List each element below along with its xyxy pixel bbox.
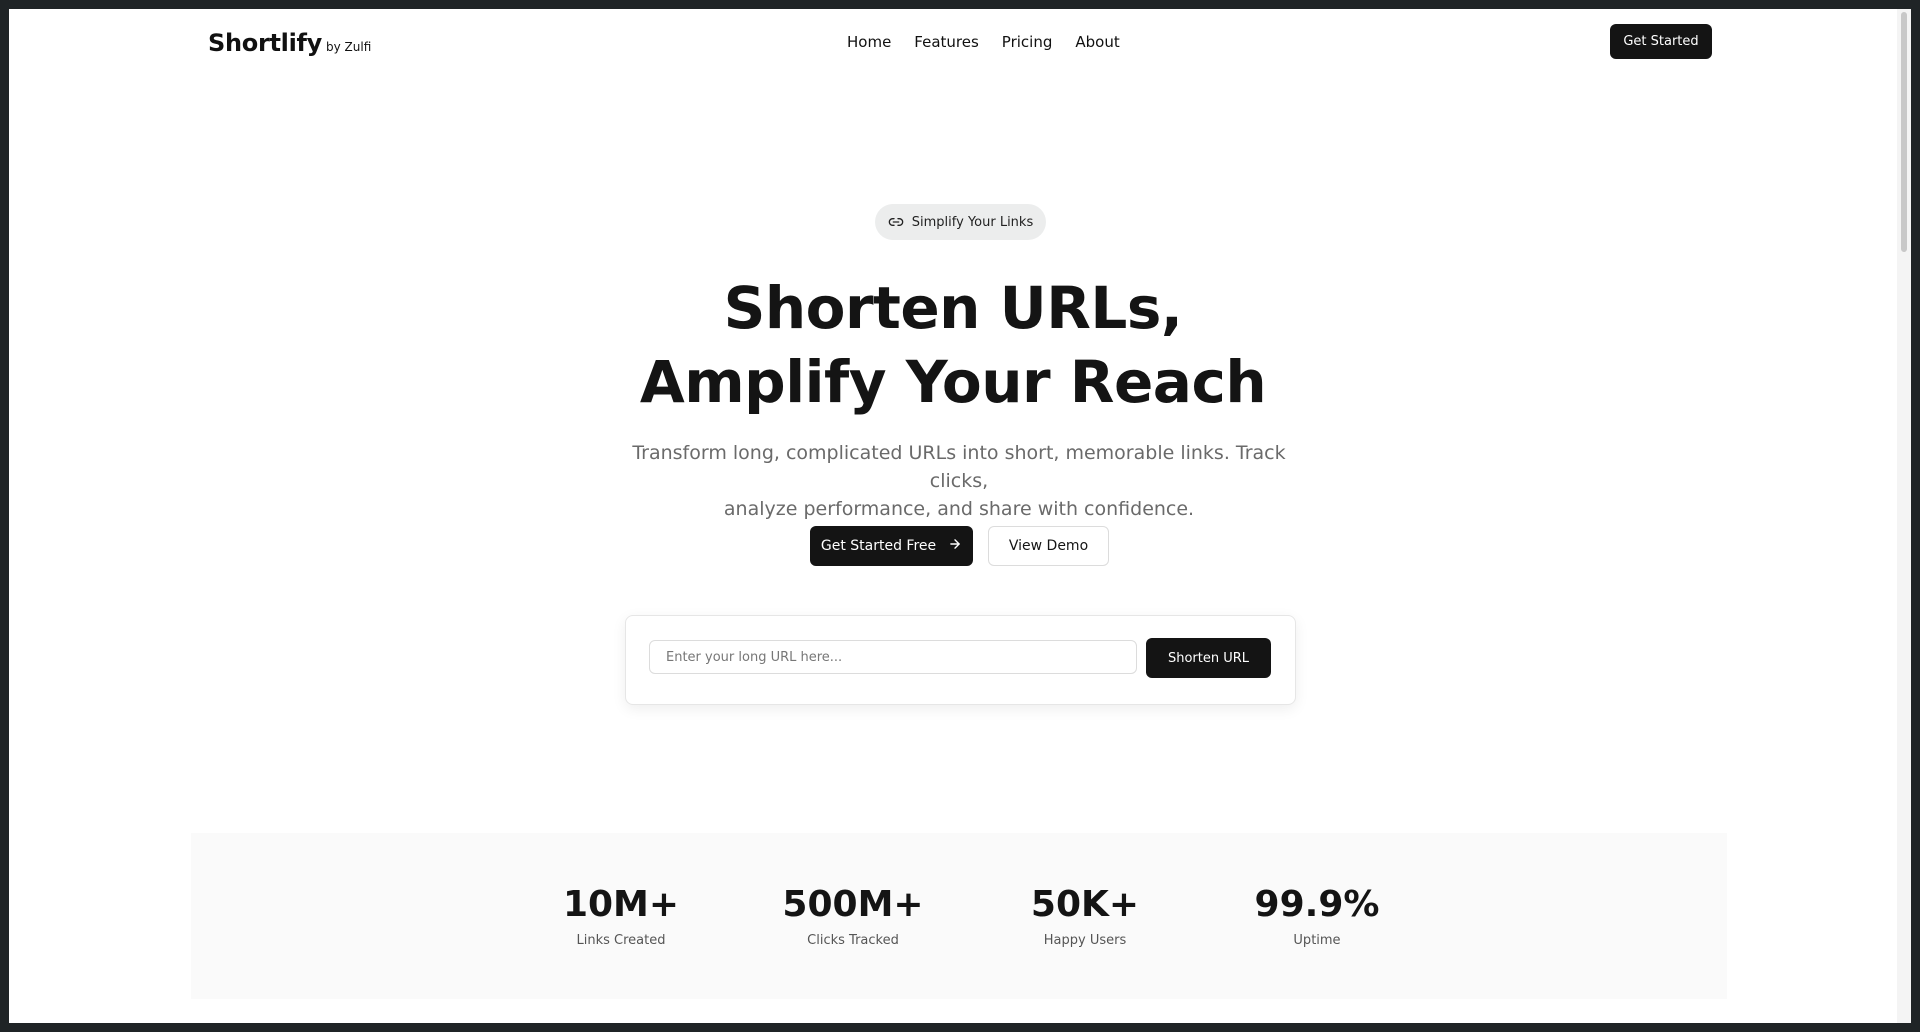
hero-subtitle-line1: Transform long, complicated URLs into sh…: [632, 442, 1286, 492]
url-shortener-card: Shorten URL: [625, 615, 1296, 705]
page-scrollbar[interactable]: [1897, 9, 1911, 1023]
nav-home[interactable]: Home: [847, 33, 891, 51]
hero-title-line2: Amplify Your Reach: [639, 348, 1267, 416]
stat-value: 500M+: [782, 884, 924, 925]
hero-title: Shorten URLs, Amplify Your Reach: [9, 271, 1897, 419]
stat-value: 50K+: [1030, 884, 1140, 925]
nav-pricing[interactable]: Pricing: [1002, 33, 1053, 51]
nav-features[interactable]: Features: [914, 33, 979, 51]
link-icon: [888, 214, 904, 230]
main-nav: Home Features Pricing About: [847, 33, 1143, 51]
view-demo-button[interactable]: View Demo: [988, 526, 1109, 566]
stat-links-created: 10M+ Links Created: [521, 883, 721, 948]
hero-subtitle: Transform long, complicated URLs into sh…: [609, 439, 1309, 523]
shorten-url-button[interactable]: Shorten URL: [1146, 638, 1271, 678]
stat-label: Happy Users: [1043, 933, 1127, 948]
browser-viewport: Shortlify by Zulfi Home Features Pricing…: [9, 9, 1911, 1023]
nav-about[interactable]: About: [1075, 33, 1119, 51]
scrollbar-thumb[interactable]: [1901, 12, 1907, 252]
stat-label: Uptime: [1293, 933, 1341, 948]
hero-title-line1: Shorten URLs,: [723, 274, 1183, 342]
brand-byline: by Zulfi: [326, 40, 372, 54]
hero-subtitle-line2: analyze performance, and share with conf…: [723, 498, 1195, 520]
tagline-pill: Simplify Your Links: [875, 204, 1046, 240]
arrow-right-icon: [948, 537, 962, 555]
site-header: Shortlify by Zulfi Home Features Pricing…: [9, 9, 1897, 79]
long-url-input[interactable]: [649, 640, 1137, 674]
get-started-button[interactable]: Get Started: [1610, 24, 1712, 59]
stats-section: 10M+ Links Created 500M+ Clicks Tracked …: [191, 833, 1727, 999]
stat-uptime: 99.9% Uptime: [1217, 883, 1417, 948]
get-started-free-button[interactable]: Get Started Free: [810, 526, 973, 566]
stat-label: Links Created: [576, 933, 666, 948]
stat-clicks-tracked: 500M+ Clicks Tracked: [753, 883, 953, 948]
brand-name: Shortlify: [208, 29, 323, 57]
tagline-label: Simplify Your Links: [911, 214, 1034, 230]
brand-logo[interactable]: Shortlify by Zulfi: [208, 29, 371, 57]
get-started-free-label: Get Started Free: [820, 538, 937, 554]
stat-label: Clicks Tracked: [807, 933, 899, 948]
stat-happy-users: 50K+ Happy Users: [985, 883, 1185, 948]
stat-value: 10M+: [562, 884, 680, 925]
stat-value: 99.9%: [1254, 884, 1380, 925]
